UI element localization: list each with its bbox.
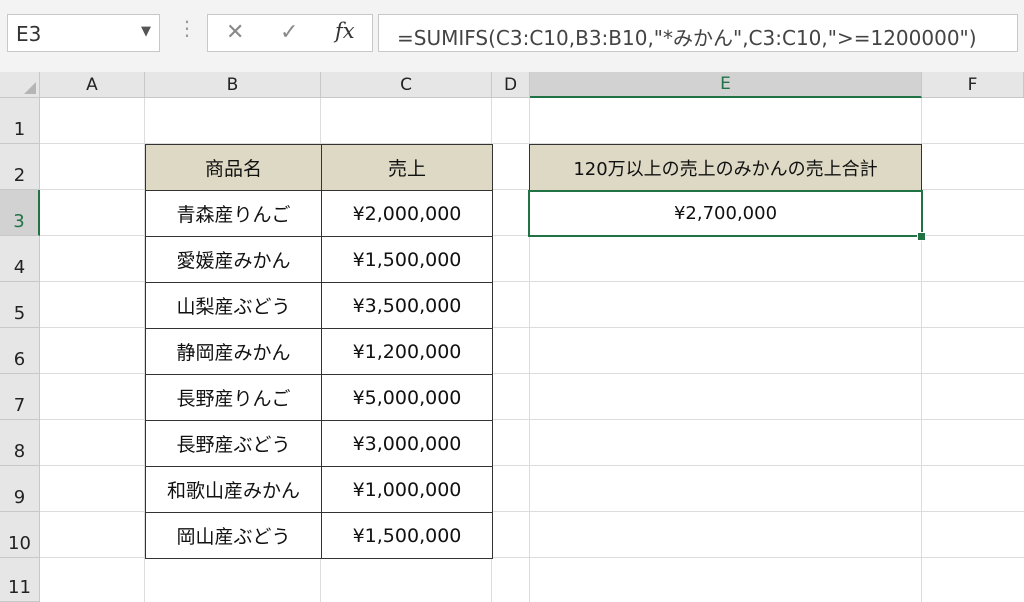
result-value-cell[interactable]: ¥2,700,000 [528, 190, 923, 237]
sales-cell[interactable]: ¥1,500,000 [321, 512, 493, 559]
cancel-icon[interactable]: ✕ [226, 20, 244, 45]
name-box-value: E3 [16, 22, 42, 46]
product-cell[interactable]: 愛媛産みかん [145, 236, 322, 283]
row-header-11[interactable]: 11 [0, 558, 40, 602]
column-header-b[interactable]: B [145, 72, 321, 98]
enter-check-icon[interactable]: ✓ [280, 20, 298, 45]
formula-text: =SUMIFS(C3:C10,B3:B10,"*みかん",C3:C10,">=1… [397, 26, 977, 50]
row-header-2[interactable]: 2 [0, 144, 40, 190]
table-header-product[interactable]: 商品名 [145, 144, 322, 191]
formula-input[interactable]: =SUMIFS(C3:C10,B3:B10,"*みかん",C3:C10,">=1… [378, 14, 1018, 52]
row-header-3[interactable]: 3 [0, 190, 40, 236]
select-all-button[interactable] [0, 72, 40, 98]
column-header-e[interactable]: E [530, 72, 922, 98]
result-header-cell[interactable]: 120万以上の売上のみかんの売上合計 [529, 144, 922, 191]
row-header-10[interactable]: 10 [0, 512, 40, 558]
sales-cell[interactable]: ¥1,200,000 [321, 328, 493, 375]
formula-buttons: ✕ ✓ fx [207, 14, 373, 52]
product-cell[interactable]: 静岡産みかん [145, 328, 322, 375]
chevron-down-icon[interactable]: ▼ [141, 24, 151, 39]
row-header-5[interactable]: 5 [0, 282, 40, 328]
sales-cell[interactable]: ¥1,500,000 [321, 236, 493, 283]
column-header-c[interactable]: C [321, 72, 492, 98]
row-header-7[interactable]: 7 [0, 374, 40, 420]
sales-cell[interactable]: ¥5,000,000 [321, 374, 493, 421]
product-cell[interactable]: 青森産りんご [145, 190, 322, 237]
column-header-f[interactable]: F [922, 72, 1024, 98]
row-header-9[interactable]: 9 [0, 466, 40, 512]
more-options-icon[interactable]: ⋮ [177, 18, 197, 38]
insert-function-icon[interactable]: fx [335, 19, 355, 43]
product-cell[interactable]: 山梨産ぶどう [145, 282, 322, 329]
spreadsheet-grid: A B C D E F 1 2 3 4 5 6 7 8 9 10 11 商品名 … [0, 72, 1024, 602]
product-cell[interactable]: 長野産ぶどう [145, 420, 322, 467]
column-header-d[interactable]: D [492, 72, 530, 98]
sales-cell[interactable]: ¥3,000,000 [321, 420, 493, 467]
row-header-1[interactable]: 1 [0, 98, 40, 144]
product-cell[interactable]: 和歌山産みかん [145, 466, 322, 513]
product-cell[interactable]: 岡山産ぶどう [145, 512, 322, 559]
sales-cell[interactable]: ¥1,000,000 [321, 466, 493, 513]
sales-cell[interactable]: ¥2,000,000 [321, 190, 493, 237]
row-header-8[interactable]: 8 [0, 420, 40, 466]
product-cell[interactable]: 長野産りんご [145, 374, 322, 421]
column-header-a[interactable]: A [40, 72, 145, 98]
formula-bar-area: E3 ▼ ⋮ ✕ ✓ fx =SUMIFS(C3:C10,B3:B10,"*みか… [0, 0, 1024, 72]
name-box[interactable]: E3 ▼ [7, 14, 160, 52]
row-header-4[interactable]: 4 [0, 236, 40, 282]
fill-handle[interactable] [917, 232, 926, 241]
table-header-sales[interactable]: 売上 [321, 144, 493, 191]
sales-cell[interactable]: ¥3,500,000 [321, 282, 493, 329]
row-header-6[interactable]: 6 [0, 328, 40, 374]
